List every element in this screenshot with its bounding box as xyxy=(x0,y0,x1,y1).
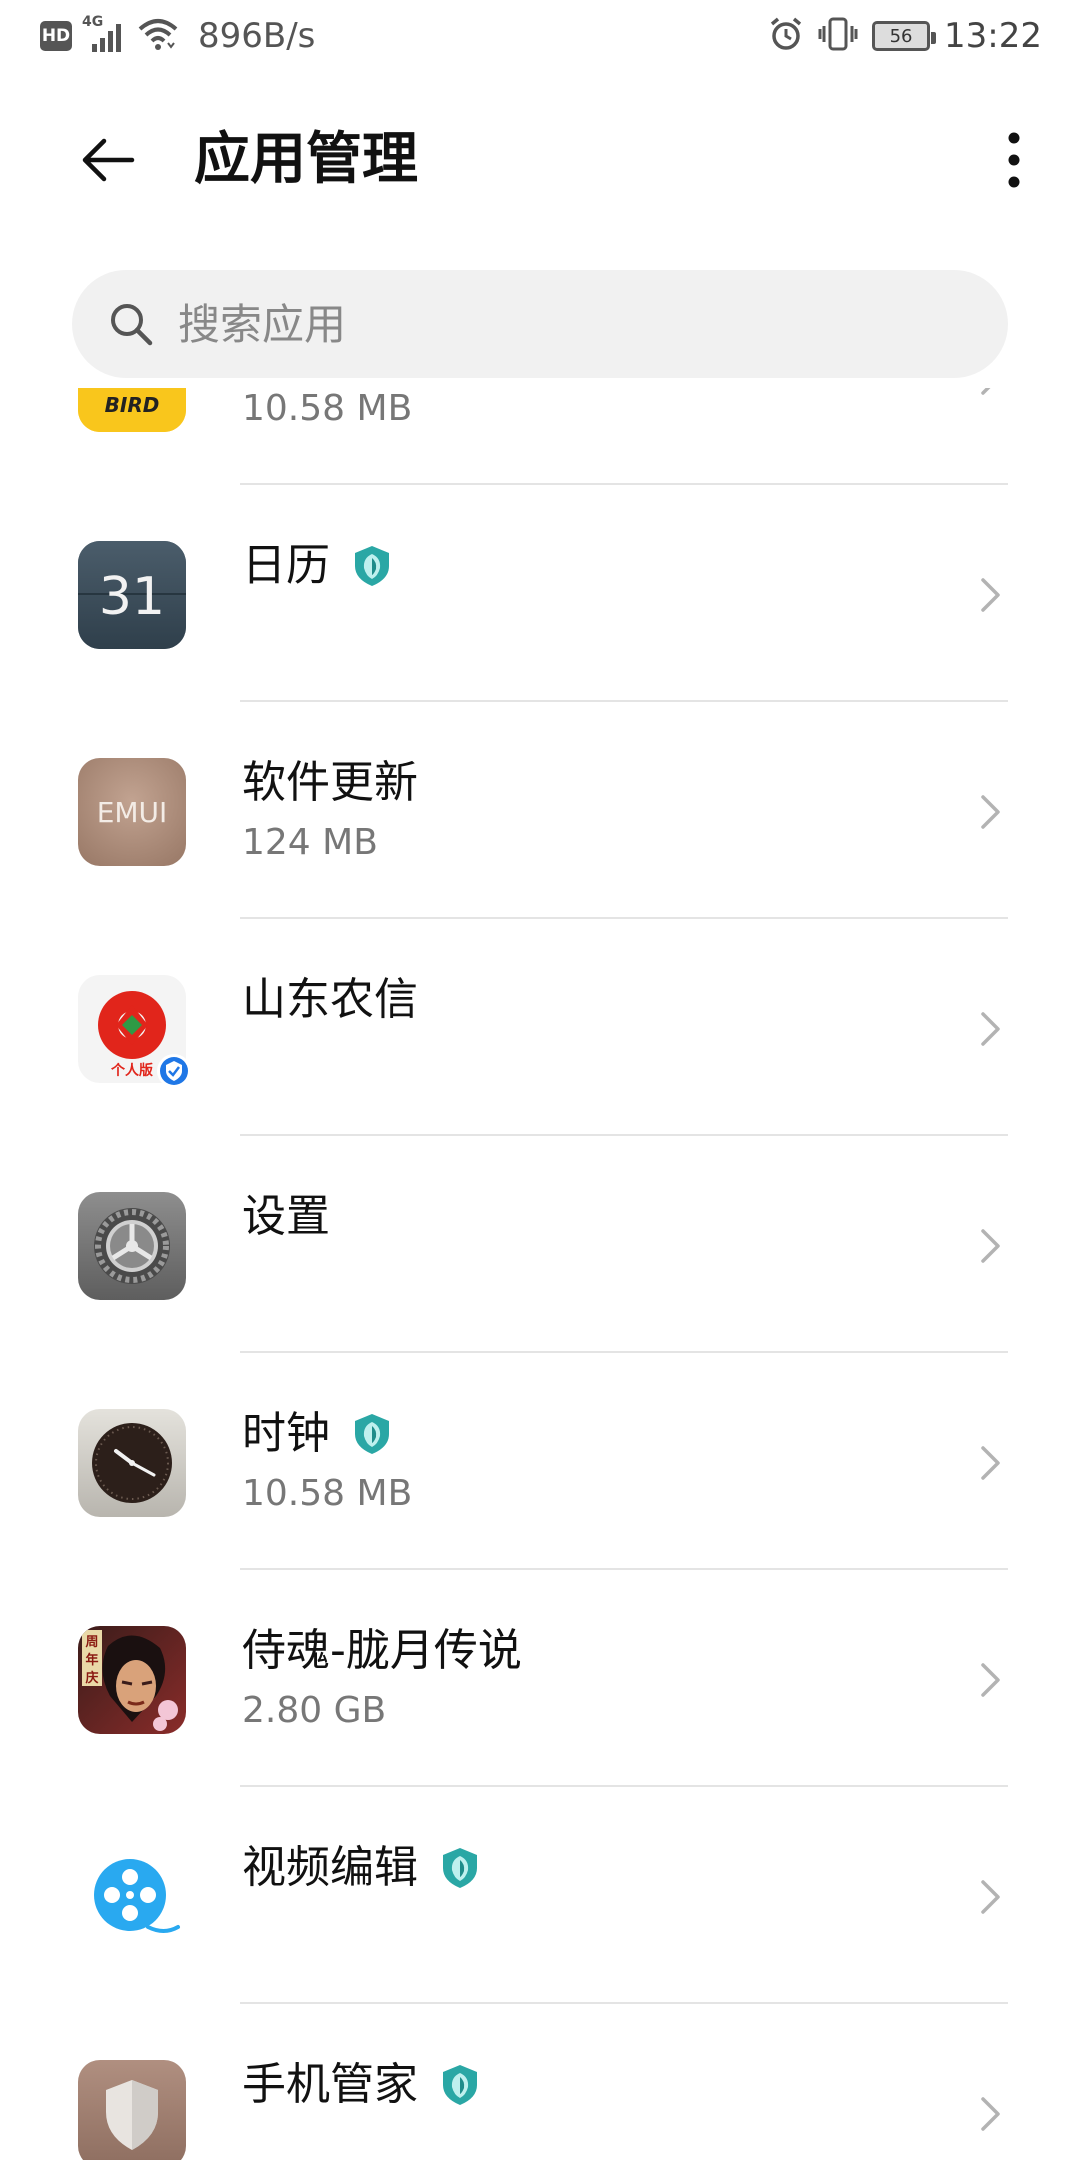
app-name-line: 山东农信 xyxy=(242,971,418,1029)
app-row-shandong-rural-credit[interactable]: 个人版 山东农信 xyxy=(0,919,1080,1136)
settings-gear-icon xyxy=(78,1192,186,1300)
app-name: 侍魂-胧月传说 xyxy=(242,1625,522,1676)
more-vertical-icon xyxy=(1008,132,1020,188)
app-size: 124 MB xyxy=(242,822,378,863)
app-name-line: 软件更新 xyxy=(242,754,418,812)
bank-icon: 个人版 xyxy=(78,975,191,1088)
app-list-inner: BIRD 10.58 MB 31 日历 EMUI 软件更新 124 MB 个人版… xyxy=(0,388,1080,2160)
game-icon-label-2: 年 xyxy=(85,1652,98,1668)
app-name: 手机管家 xyxy=(242,2059,418,2110)
verified-shield-icon xyxy=(355,1414,389,1454)
back-arrow-icon xyxy=(82,138,135,182)
app-row-video-editor[interactable]: 视频编辑 xyxy=(0,1787,1080,2004)
hd-icon: HD xyxy=(40,21,72,51)
emui-icon-text: EMUI xyxy=(97,796,168,829)
chevron-right-icon xyxy=(981,578,1000,612)
phone-manager-icon xyxy=(78,2060,186,2160)
calendar-icon-date: 31 xyxy=(99,567,165,627)
chevron-right-icon xyxy=(981,1880,1000,1914)
app-name: 山东农信 xyxy=(242,974,418,1025)
clock-icon xyxy=(78,1409,186,1517)
app-name: 视频编辑 xyxy=(242,1842,418,1893)
search-input[interactable] xyxy=(178,299,938,349)
game-icon-label-1: 周 xyxy=(85,1635,98,1650)
app-name-line: 设置 xyxy=(242,1188,330,1246)
back-button[interactable] xyxy=(64,116,152,204)
app-name: 软件更新 xyxy=(242,757,418,808)
bird-icon: BIRD xyxy=(78,388,186,432)
emui-icon: EMUI xyxy=(78,758,186,866)
battery-icon: 56 xyxy=(872,21,937,51)
app-name: 时钟 xyxy=(242,1408,330,1459)
app-name: 设置 xyxy=(242,1191,330,1242)
network-speed: 896B/s xyxy=(198,16,316,56)
status-bar: HD 4G 896B/s 56 13:22 xyxy=(0,0,1080,72)
verified-shield-icon xyxy=(355,546,389,586)
svg-text:BIRD: BIRD xyxy=(105,393,160,417)
vibrate-icon xyxy=(818,16,858,56)
status-left: HD 4G 896B/s xyxy=(40,14,316,56)
app-size: 10.58 MB xyxy=(242,388,413,429)
app-list[interactable]: BIRD 10.58 MB 31 日历 EMUI 软件更新 124 MB 个人版… xyxy=(0,388,1080,2160)
wifi-icon xyxy=(138,17,178,55)
app-size: 10.58 MB xyxy=(242,1473,413,1514)
chevron-right-icon xyxy=(981,388,991,395)
app-name-line: 手机管家 xyxy=(242,2056,480,2114)
page-title: 应用管理 xyxy=(194,127,418,192)
chevron-right-icon xyxy=(981,1012,1000,1046)
app-bar: 应用管理 xyxy=(0,100,1080,220)
chevron-right-icon xyxy=(981,795,1000,829)
chevron-right-icon xyxy=(981,2097,1000,2131)
game-icon: 周 年 庆 xyxy=(78,1626,186,1734)
app-name-line: 时钟 xyxy=(242,1405,392,1463)
app-row-bird[interactable]: BIRD 10.58 MB xyxy=(0,388,1080,485)
app-name-line: 日历 xyxy=(242,537,392,595)
verified-shield-icon xyxy=(443,1848,477,1888)
calendar-icon: 31 xyxy=(78,541,186,649)
app-row-calendar[interactable]: 31 日历 xyxy=(0,485,1080,702)
search-bar[interactable] xyxy=(72,270,1008,378)
app-row-phone-manager[interactable]: 手机管家 xyxy=(0,2004,1080,2160)
bank-icon-label: 个人版 xyxy=(110,1062,153,1079)
app-row-software-update[interactable]: EMUI 软件更新 124 MB xyxy=(0,702,1080,919)
chevron-right-icon xyxy=(981,1446,1000,1480)
search-icon xyxy=(111,304,153,346)
video-editor-icon xyxy=(78,1843,186,1951)
chevron-right-icon xyxy=(981,1663,1000,1697)
app-row-clock[interactable]: 时钟 10.58 MB xyxy=(0,1353,1080,1570)
app-size: 2.80 GB xyxy=(242,1690,387,1731)
chevron-right-icon xyxy=(981,1229,1000,1263)
status-right: 56 13:22 xyxy=(768,16,1042,56)
more-options-button[interactable] xyxy=(970,116,1058,204)
app-name-line: 侍魂-胧月传说 xyxy=(242,1622,522,1680)
app-row-samurai-shodown[interactable]: 周 年 庆 侍魂-胧月传说 2.80 GB xyxy=(0,1570,1080,1787)
status-time: 13:22 xyxy=(944,16,1042,56)
verified-shield-icon xyxy=(443,2065,477,2105)
app-row-settings[interactable]: 设置 xyxy=(0,1136,1080,1353)
signal-icon: 4G xyxy=(82,14,128,54)
app-name: 日历 xyxy=(242,540,330,591)
app-name-line: 视频编辑 xyxy=(242,1839,480,1897)
alarm-icon xyxy=(768,16,804,56)
game-icon-label-3: 庆 xyxy=(84,1670,98,1686)
